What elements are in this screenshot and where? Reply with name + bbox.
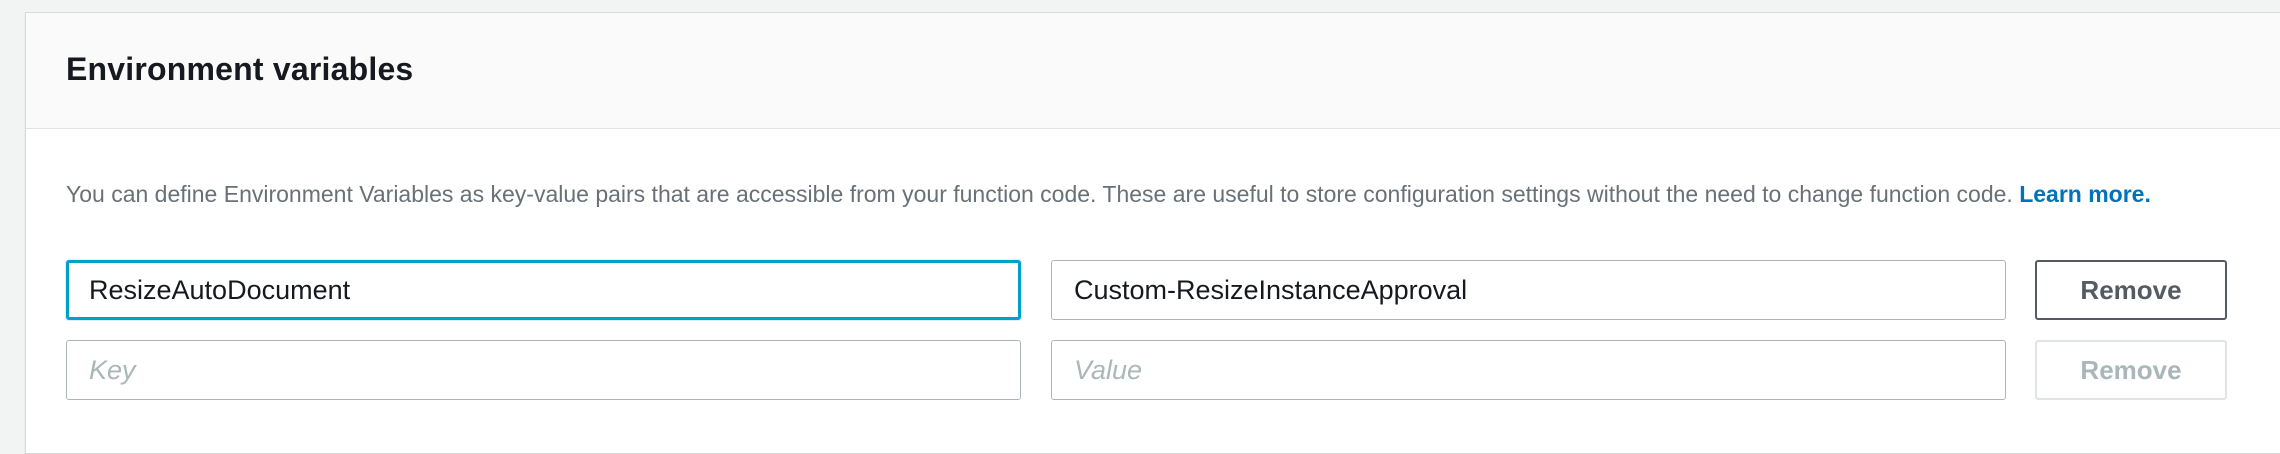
- panel-body: You can define Environment Variables as …: [26, 129, 2280, 209]
- env-value-input[interactable]: [1051, 260, 2006, 320]
- env-key-input[interactable]: [66, 260, 1021, 320]
- env-key-input-empty[interactable]: [66, 340, 1021, 400]
- learn-more-link[interactable]: Learn more.: [2019, 181, 2151, 207]
- panel-header: Environment variables: [26, 13, 2280, 129]
- panel-title: Environment variables: [66, 51, 414, 87]
- panel-description: You can define Environment Variables as …: [66, 129, 2246, 209]
- remove-button[interactable]: Remove: [2035, 260, 2227, 320]
- env-value-input-empty[interactable]: [1051, 340, 2006, 400]
- environment-variables-panel: Environment variables You can define Env…: [25, 12, 2280, 454]
- remove-button-disabled[interactable]: Remove: [2035, 340, 2227, 400]
- description-text: You can define Environment Variables as …: [66, 181, 2013, 207]
